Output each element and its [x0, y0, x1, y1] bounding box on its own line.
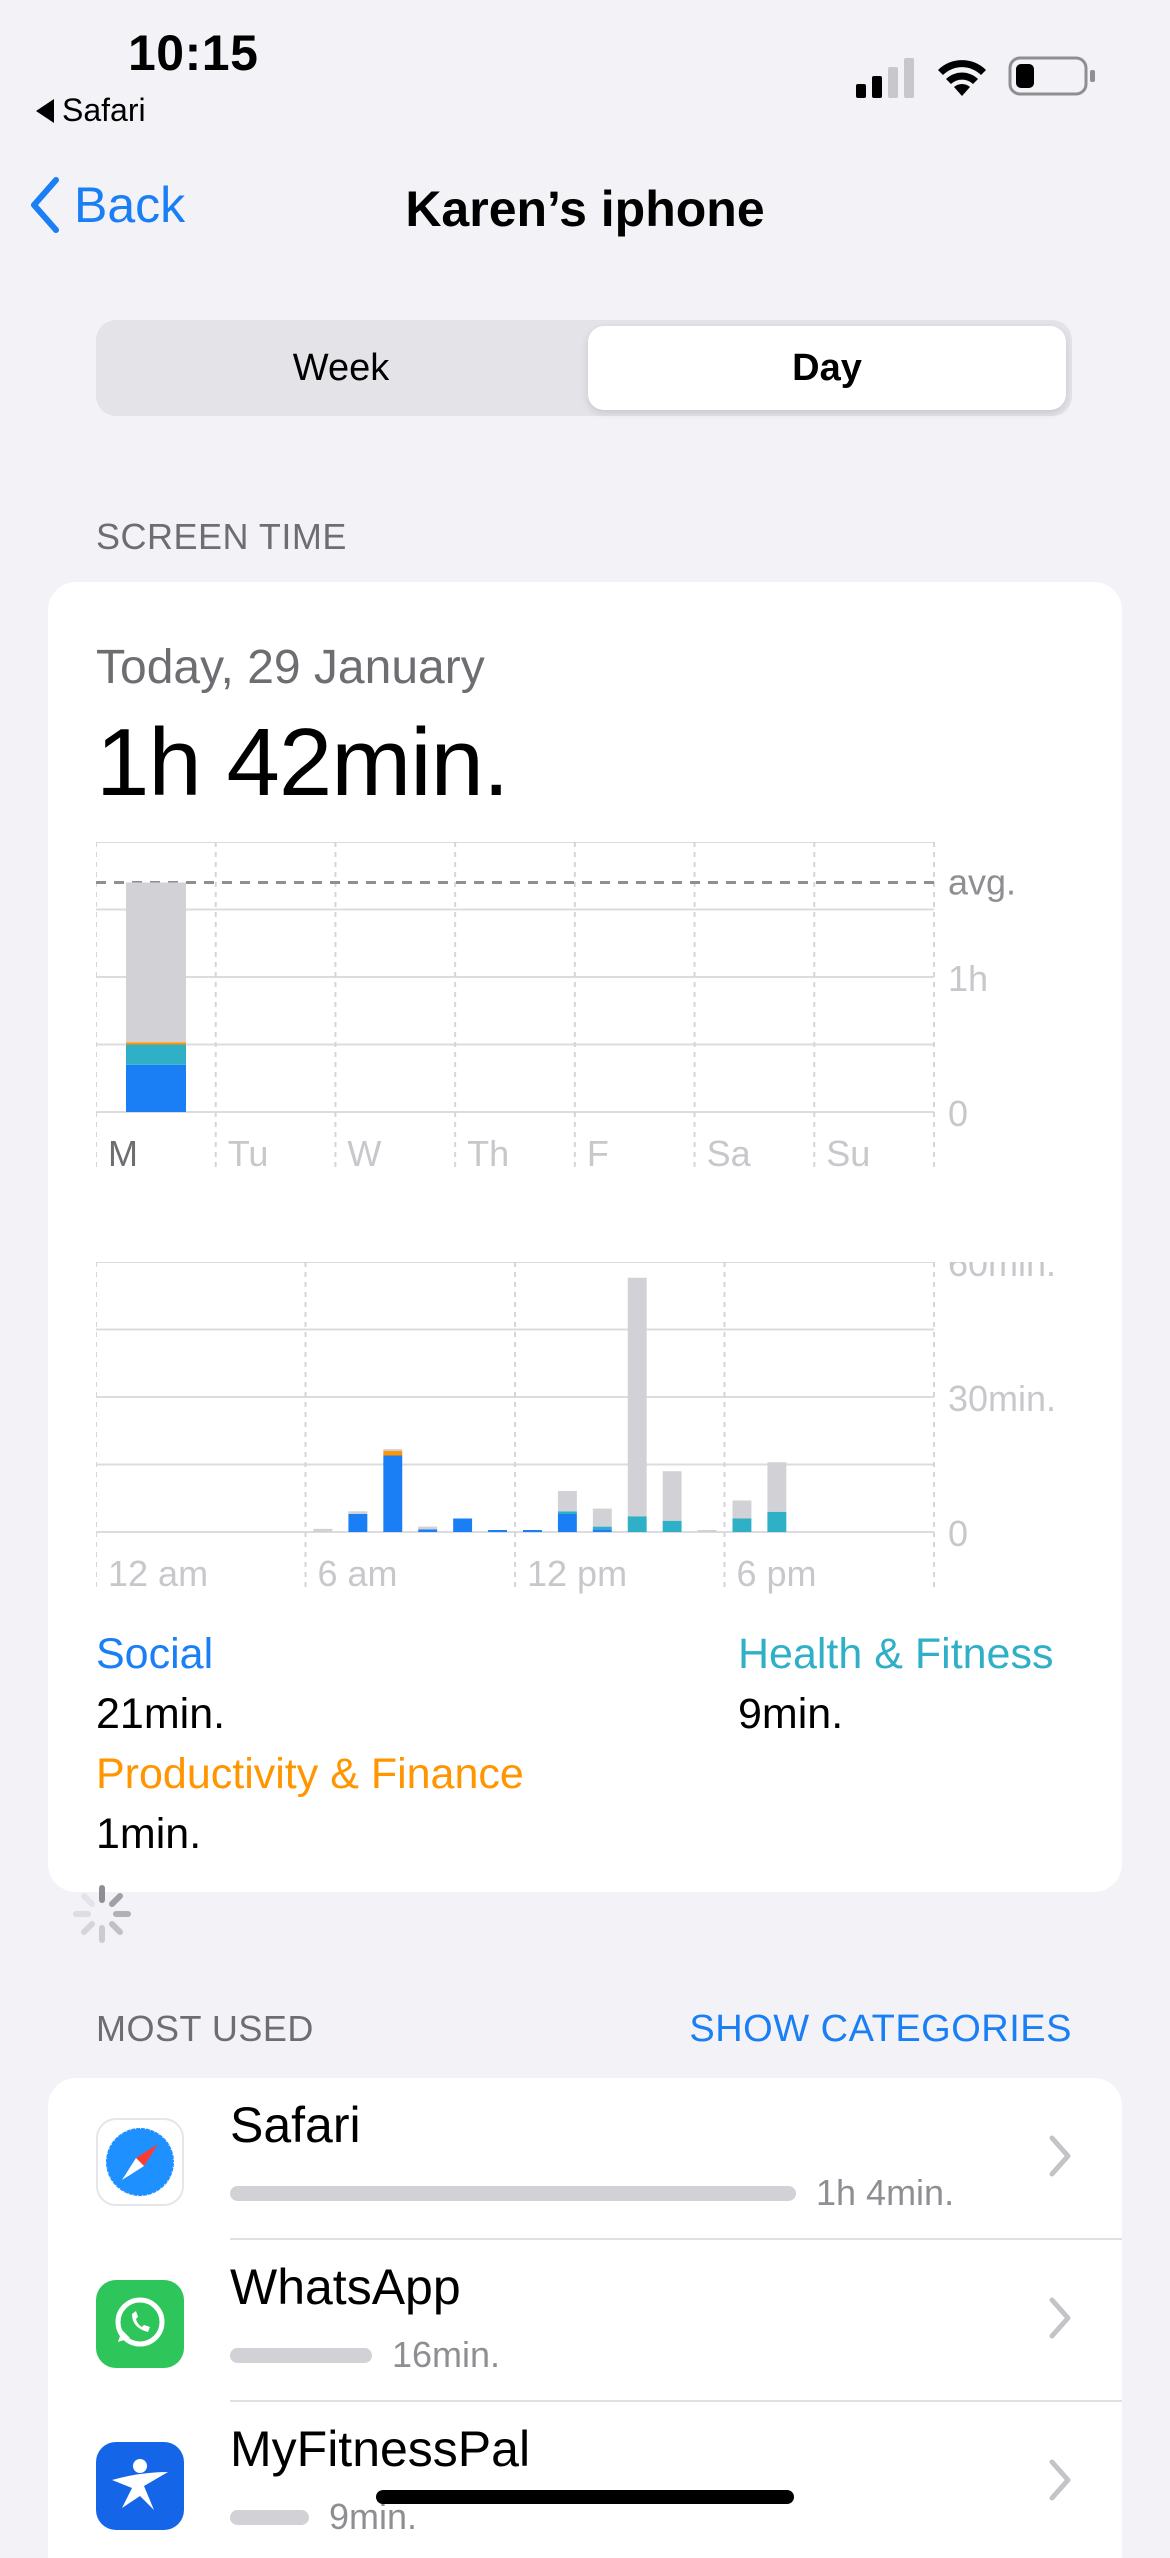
- x-tick-label: Th: [467, 1133, 509, 1174]
- cellular-signal-icon: [856, 58, 914, 98]
- most-used-section-label: MOST USED: [96, 2008, 314, 2049]
- app-name: Safari: [230, 2097, 361, 2153]
- weekly-usage-chart: avg. 1h 0 M Tu W Th F Sa Su: [96, 842, 1016, 1174]
- bar-segment-health: [592, 1526, 612, 1530]
- bar-segment-other: [662, 1471, 682, 1521]
- bar-segment-health: [627, 1516, 647, 1532]
- app-name: MyFitnessPal: [230, 2421, 531, 2477]
- usage-bar: [230, 2348, 372, 2363]
- bar-segment-social: [418, 1529, 438, 1532]
- bar-segment-social: [523, 1530, 542, 1532]
- bar-segment-other: [767, 1462, 787, 1512]
- chevron-right-icon: [1049, 2135, 1071, 2177]
- back-triangle-icon: [36, 98, 54, 123]
- chevron-right-icon: [1049, 2459, 1071, 2501]
- x-tick-label: Su: [826, 1133, 870, 1174]
- x-tick-label: 6 am: [318, 1553, 398, 1594]
- bar-segment-social: [453, 1518, 473, 1532]
- bar-segment-health: [732, 1518, 752, 1532]
- loading-spinner-icon: [73, 1885, 131, 1943]
- y-tick-label: 30min.: [948, 1378, 1056, 1419]
- legend-social-value: 21min.: [96, 1690, 226, 1738]
- y-tick-label: 60min.: [948, 1262, 1056, 1284]
- usage-time: 1h 4min.: [816, 2172, 955, 2213]
- hourly-usage-chart: 60min. 30min. 0 12 am 6 am 12 pm 6 pm: [96, 1262, 1056, 1594]
- segment-day[interactable]: Day: [588, 326, 1066, 410]
- app-row-whatsapp[interactable]: WhatsApp 16min.: [48, 2240, 1122, 2402]
- safari-icon: [96, 2118, 184, 2206]
- myfitnesspal-icon: [96, 2442, 184, 2530]
- usage-time: 16min.: [392, 2334, 501, 2375]
- whatsapp-icon: [96, 2280, 184, 2368]
- bar-segment-other: [592, 1508, 612, 1527]
- x-tick-label: M: [108, 1133, 138, 1174]
- bar-segment-other: [348, 1511, 368, 1514]
- legend-productivity-value: 1min.: [96, 1810, 202, 1858]
- screen-time-total: 1h 42min.: [96, 709, 510, 816]
- app-name: WhatsApp: [230, 2259, 461, 2315]
- bar-segment-other: [627, 1277, 647, 1517]
- legend-social-label: Social: [96, 1630, 214, 1678]
- x-tick-label: Tu: [228, 1133, 269, 1174]
- bar-segment-health: [557, 1511, 577, 1514]
- screen-time-date: Today, 29 January: [96, 641, 485, 694]
- bar-segment-social: [126, 1064, 186, 1112]
- x-tick-label: 12 pm: [527, 1553, 627, 1594]
- usage-bar: [230, 2186, 796, 2201]
- bar-segment-social: [348, 1514, 368, 1532]
- segment-week[interactable]: Week: [102, 326, 580, 410]
- bar-segment-health: [126, 1044, 186, 1065]
- legend-health-value: 9min.: [738, 1690, 844, 1738]
- x-tick-label: W: [347, 1133, 381, 1174]
- bar-segment-productivity: [126, 1042, 186, 1045]
- most-used-list: Safari 1h 4min. WhatsApp 16min. MyFitnes…: [48, 2078, 1122, 2558]
- bar-segment-health: [767, 1511, 787, 1532]
- show-categories-button[interactable]: SHOW CATEGORIES: [689, 2008, 1072, 2051]
- wifi-icon: [938, 60, 986, 96]
- y-tick-label: 1h: [948, 958, 988, 999]
- home-indicator: [376, 2490, 794, 2504]
- legend-productivity-label: Productivity & Finance: [96, 1750, 524, 1798]
- y-tick-label: 0: [948, 1513, 968, 1554]
- bar-segment-other: [313, 1528, 333, 1532]
- status-time: 10:15: [128, 25, 259, 81]
- bar-segment-other: [697, 1530, 717, 1532]
- page-title: Karen’s iphone: [405, 181, 765, 237]
- bar-segment-other: [418, 1526, 438, 1530]
- y-tick-label: 0: [948, 1093, 968, 1134]
- screen-time-section-label: SCREEN TIME: [96, 516, 347, 557]
- bar-segment-health: [662, 1520, 682, 1532]
- chevron-right-icon: [1049, 2297, 1071, 2339]
- x-tick-label: 6 pm: [737, 1553, 817, 1594]
- app-row-safari[interactable]: Safari 1h 4min.: [48, 2078, 1122, 2240]
- back-app-label: Safari: [62, 92, 146, 128]
- bar-segment-productivity: [383, 1451, 403, 1456]
- bar-segment-social: [383, 1455, 403, 1532]
- bar-segment-other: [557, 1491, 577, 1512]
- app-row-myfitnesspal[interactable]: MyFitnessPal 9min.: [48, 2402, 1122, 2558]
- bar-segment-other: [732, 1500, 752, 1519]
- bar-segment-social: [592, 1529, 612, 1532]
- x-tick-label: 12 am: [108, 1553, 208, 1594]
- week-day-segmented-control: Week Day: [96, 320, 1072, 416]
- bar-segment-other: [383, 1449, 403, 1451]
- x-tick-label: Sa: [707, 1133, 752, 1174]
- average-label: avg.: [948, 862, 1016, 903]
- bar-segment-social: [488, 1530, 507, 1532]
- x-tick-label: F: [587, 1133, 609, 1174]
- bar-segment-social: [557, 1514, 577, 1532]
- back-to-app-link[interactable]: Safari: [36, 92, 146, 129]
- usage-bar: [230, 2510, 309, 2525]
- battery-icon: [1008, 56, 1095, 96]
- legend-health-label: Health & Fitness: [738, 1630, 1054, 1678]
- bar-segment-other: [126, 882, 186, 1043]
